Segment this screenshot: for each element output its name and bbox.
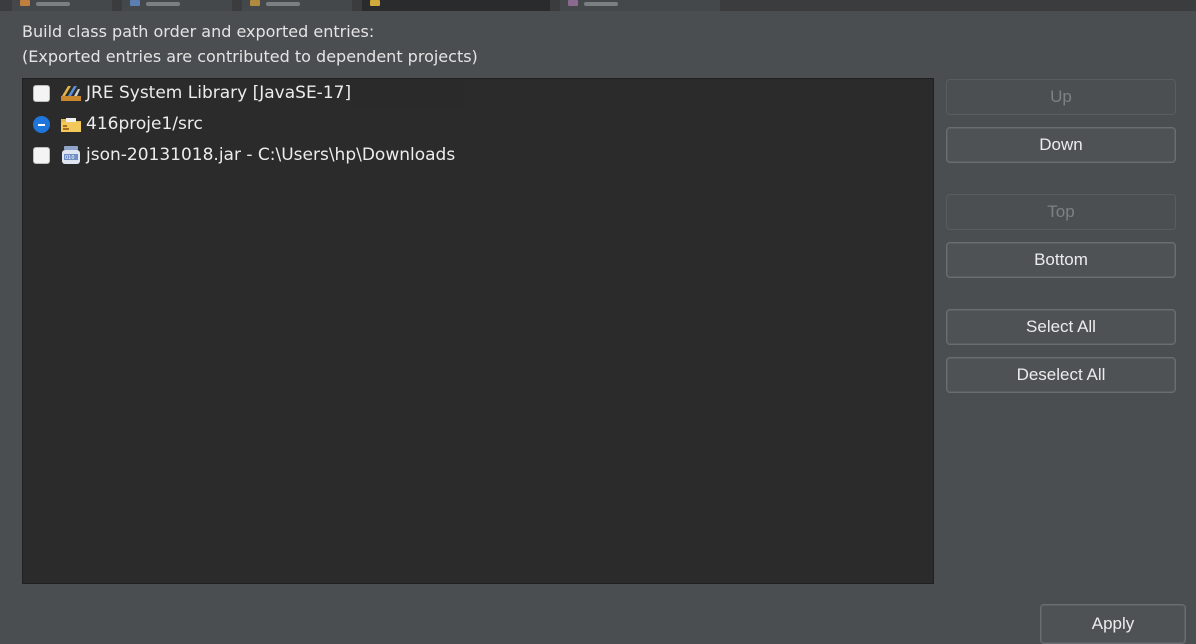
entry-label: json-20131018.jar - C:\Users\hp\Download… bbox=[86, 145, 456, 165]
up-button[interactable]: Up bbox=[946, 79, 1176, 115]
tab-module-dependencies[interactable] bbox=[560, 0, 720, 11]
description-line-1: Build class path order and exported entr… bbox=[22, 22, 375, 41]
tab-label-placeholder bbox=[584, 2, 618, 6]
description-line-2: (Exported entries are contributed to dep… bbox=[22, 47, 478, 66]
entry-label: 416proje1/src bbox=[86, 114, 203, 134]
deselect-all-button[interactable]: Deselect All bbox=[946, 357, 1176, 393]
svg-text:010: 010 bbox=[65, 155, 75, 161]
list-item[interactable]: 416proje1/src bbox=[33, 110, 203, 138]
tab-strip bbox=[0, 0, 1196, 11]
tab-source[interactable] bbox=[12, 0, 112, 11]
order-export-tab-icon bbox=[370, 0, 380, 6]
export-checkbox[interactable] bbox=[33, 115, 50, 133]
tab-label-placeholder bbox=[266, 2, 300, 6]
down-button[interactable]: Down bbox=[946, 127, 1176, 163]
tab-label-placeholder bbox=[36, 2, 70, 6]
tab-projects[interactable] bbox=[122, 0, 232, 11]
tab-label-placeholder bbox=[146, 2, 180, 6]
top-button[interactable]: Top bbox=[946, 194, 1176, 230]
library-icon bbox=[61, 86, 81, 101]
dialog-footer bbox=[0, 592, 1196, 628]
classpath-order-list[interactable]: JRE System Library [JavaSE-17] 416proje1… bbox=[22, 78, 934, 584]
jar-icon: 010 bbox=[62, 146, 80, 164]
entry-label: JRE System Library [JavaSE-17] bbox=[86, 83, 352, 103]
tab-libraries[interactable] bbox=[242, 0, 352, 11]
select-all-button[interactable]: Select All bbox=[946, 309, 1176, 345]
export-checkbox[interactable] bbox=[33, 146, 50, 164]
list-item[interactable]: JRE System Library [JavaSE-17] bbox=[33, 79, 351, 107]
libraries-tab-icon bbox=[250, 0, 260, 6]
export-checkbox[interactable] bbox=[33, 84, 50, 102]
list-item[interactable]: 010 json-20131018.jar - C:\Users\hp\Down… bbox=[33, 141, 455, 169]
projects-tab-icon bbox=[130, 0, 140, 6]
bottom-button[interactable]: Bottom bbox=[946, 242, 1176, 278]
apply-button[interactable]: Apply bbox=[1040, 604, 1186, 644]
source-tab-icon bbox=[20, 0, 30, 6]
tab-order-and-export[interactable] bbox=[362, 0, 550, 11]
module-tab-icon bbox=[568, 0, 578, 6]
source-folder-icon bbox=[61, 118, 81, 132]
redaction-box bbox=[350, 80, 465, 108]
